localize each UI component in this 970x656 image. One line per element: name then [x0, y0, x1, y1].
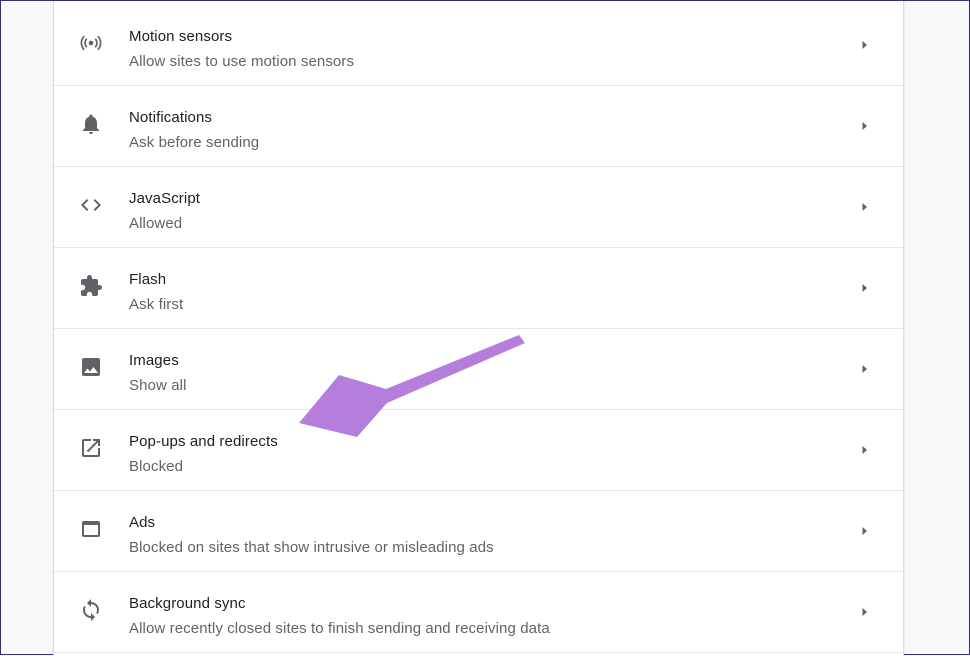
setting-row-popups-redirects[interactable]: Pop-ups and redirects Blocked	[54, 410, 903, 491]
setting-row-notifications[interactable]: Notifications Ask before sending	[54, 86, 903, 167]
setting-title: Flash	[129, 271, 167, 288]
setting-title: Ads	[129, 514, 156, 531]
setting-title: Background sync	[129, 595, 246, 612]
external-link-icon	[79, 436, 103, 460]
chevron-right-icon[interactable]	[859, 281, 871, 293]
site-settings-panel: Motion sensors Allow sites to use motion…	[53, 1, 904, 656]
chevron-right-icon[interactable]	[859, 38, 871, 50]
setting-row-flash[interactable]: Flash Ask first	[54, 248, 903, 329]
sync-icon	[79, 598, 103, 622]
setting-subtitle: Blocked on sites that show intrusive or …	[129, 539, 494, 556]
setting-title: Pop-ups and redirects	[129, 433, 278, 450]
setting-row-javascript[interactable]: JavaScript Allowed	[54, 167, 903, 248]
chevron-right-icon[interactable]	[859, 605, 871, 617]
chevron-right-icon[interactable]	[859, 524, 871, 536]
setting-title: Notifications	[129, 109, 213, 126]
setting-subtitle: Show all	[129, 377, 187, 394]
setting-row-images[interactable]: Images Show all	[54, 329, 903, 410]
setting-title: JavaScript	[129, 190, 201, 207]
setting-title: Motion sensors	[129, 28, 233, 45]
setting-row-ads[interactable]: Ads Blocked on sites that show intrusive…	[54, 491, 903, 572]
setting-row-motion-sensors[interactable]: Motion sensors Allow sites to use motion…	[54, 5, 903, 86]
setting-subtitle: Allow sites to use motion sensors	[129, 53, 355, 70]
puzzle-piece-icon	[79, 274, 103, 298]
browser-window-icon	[79, 517, 103, 541]
image-icon	[79, 355, 103, 379]
chevron-right-icon[interactable]	[859, 443, 871, 455]
chevron-right-icon[interactable]	[859, 200, 871, 212]
setting-subtitle: Ask first	[129, 296, 184, 313]
setting-row-background-sync[interactable]: Background sync Allow recently closed si…	[54, 572, 903, 653]
motion-sensor-icon	[79, 31, 103, 55]
setting-subtitle: Allow recently closed sites to finish se…	[129, 620, 550, 637]
chevron-right-icon[interactable]	[859, 119, 871, 131]
setting-subtitle: Blocked	[129, 458, 184, 475]
chevron-right-icon[interactable]	[859, 362, 871, 374]
setting-subtitle: Ask before sending	[129, 134, 260, 151]
bell-icon	[79, 112, 103, 136]
code-icon	[79, 193, 103, 217]
setting-title: Images	[129, 352, 179, 369]
setting-subtitle: Allowed	[129, 215, 183, 232]
